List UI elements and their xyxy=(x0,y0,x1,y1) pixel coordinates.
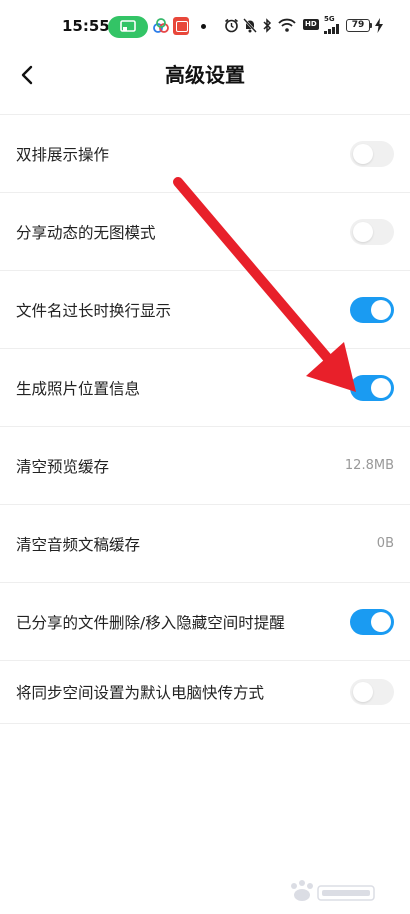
toggle-knob xyxy=(371,299,391,320)
settings-row-label: 双排展示操作 xyxy=(16,145,110,164)
status-time: 15:55 xyxy=(62,17,110,35)
settings-row: 分享动态的无图模式 xyxy=(0,192,410,270)
battery-indicator: 79 xyxy=(346,19,370,32)
settings-toggle[interactable] xyxy=(350,374,394,401)
page-title: 高级设置 xyxy=(165,63,245,87)
toggle-knob xyxy=(371,611,391,632)
screen-cast-pill[interactable] xyxy=(108,16,148,38)
settings-row-label: 清空音频文稿缓存 xyxy=(16,535,141,554)
mute-bell-icon xyxy=(243,18,257,33)
app-notification-icon-2 xyxy=(173,17,189,35)
app-notification-icon xyxy=(153,18,169,33)
toggle-knob xyxy=(353,221,373,242)
settings-row-label: 清空预览缓存 xyxy=(16,457,110,476)
settings-row-label: 将同步空间设置为默认电脑快传方式 xyxy=(16,684,265,702)
settings-row: 双排展示操作 xyxy=(0,114,410,192)
settings-row: 生成照片位置信息 xyxy=(0,348,410,426)
settings-toggle[interactable] xyxy=(350,218,394,245)
status-bar: 15:55 HD 5G 79 xyxy=(0,0,410,54)
settings-row-label: 分享动态的无图模式 xyxy=(16,223,156,242)
settings-row[interactable]: 清空预览缓存 12.8MB xyxy=(0,426,410,504)
notification-dot-icon xyxy=(201,24,206,29)
settings-row-label: 生成照片位置信息 xyxy=(16,379,141,398)
settings-row-value: 0B xyxy=(376,536,394,551)
screen-cast-icon xyxy=(120,20,136,32)
settings-row-label: 文件名过长时换行显示 xyxy=(16,301,172,320)
settings-row-value: 12.8MB xyxy=(344,458,394,473)
settings-row: 文件名过长时换行显示 xyxy=(0,270,410,348)
settings-row: 将同步空间设置为默认电脑快传方式 xyxy=(0,660,410,724)
toggle-knob xyxy=(353,143,373,164)
settings-list: 双排展示操作分享动态的无图模式 文件名过长时换行显示 生成照片位置信息 清空预览缓存 1… xyxy=(0,114,410,724)
bluetooth-icon xyxy=(263,18,272,33)
toggle-knob xyxy=(353,682,373,702)
header: 高级设置 xyxy=(0,54,410,114)
hd-badge: HD xyxy=(303,19,319,30)
settings-toggle[interactable] xyxy=(350,608,394,635)
charging-bolt-icon xyxy=(375,18,383,33)
settings-row-label: 已分享的文件删除/移入隐藏空间时提醒 xyxy=(16,613,285,632)
toggle-knob xyxy=(371,377,391,398)
watermark-logo xyxy=(288,880,380,904)
wifi-icon xyxy=(278,18,296,32)
settings-toggle[interactable] xyxy=(350,679,394,705)
settings-toggle[interactable] xyxy=(350,296,394,323)
settings-toggle[interactable] xyxy=(350,140,394,167)
alarm-icon xyxy=(225,18,238,33)
settings-row: 已分享的文件删除/移入隐藏空间时提醒 xyxy=(0,582,410,660)
signal-bars-icon xyxy=(324,24,339,34)
settings-row[interactable]: 清空音频文稿缓存 0B xyxy=(0,504,410,582)
battery-tip xyxy=(370,23,372,28)
signal-label: 5G xyxy=(324,15,335,23)
